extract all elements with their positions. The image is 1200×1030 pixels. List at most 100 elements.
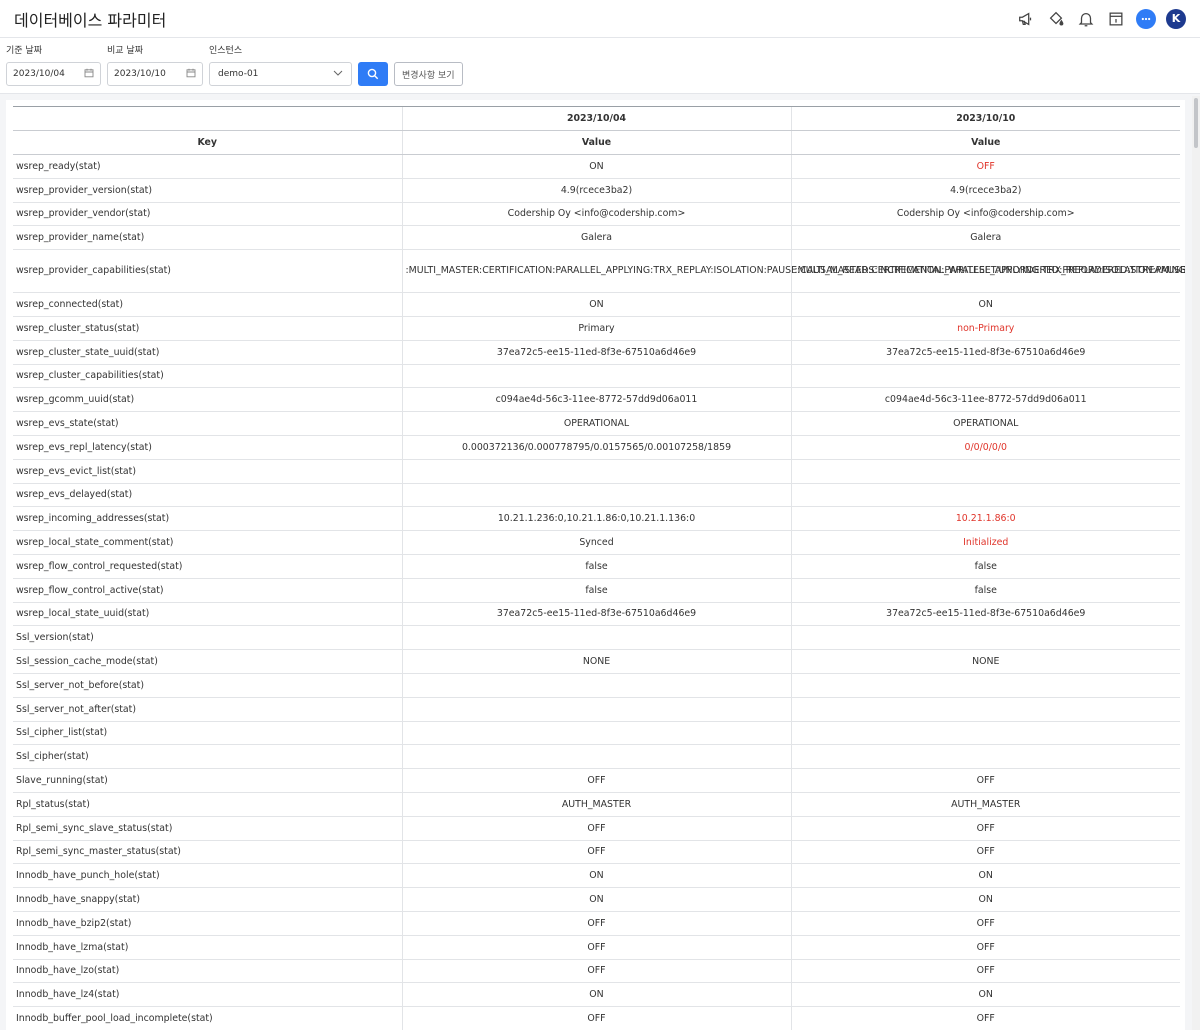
chevron-down-icon xyxy=(333,69,343,79)
table-row: Innodb_have_lz4(stat) ON ON xyxy=(13,982,1180,1008)
param-value-date2-cell: 0/0/0/0/0 xyxy=(790,435,1180,460)
param-key-cell: wsrep_incoming_addresses(stat) xyxy=(13,506,402,532)
table-row: Rpl_semi_sync_slave_status(stat) OFF OFF xyxy=(13,816,1180,841)
table-row: Ssl_session_cache_mode(stat) NONE NONE xyxy=(13,649,1180,674)
table-date-header-row: 2023/10/04 2023/10/10 xyxy=(13,106,1180,131)
param-key-cell: Ssl_server_not_after(stat) xyxy=(13,697,402,722)
param-key-cell: wsrep_evs_evict_list(stat) xyxy=(13,459,402,484)
param-value-date2-cell: ON xyxy=(790,292,1180,317)
vertical-scrollbar[interactable] xyxy=(1192,96,1200,1030)
param-value-date2-cell: OFF xyxy=(790,1006,1180,1030)
table-row: wsrep_flow_control_active(stat) false fals… xyxy=(13,578,1180,603)
param-value-date1-cell: OFF xyxy=(401,1006,791,1030)
paint-bucket-icon[interactable] xyxy=(1046,9,1066,29)
param-value-date1-cell: 4.9(rcece3ba2) xyxy=(401,178,791,203)
table-row: Innodb_have_bzip2(stat) OFF OFF xyxy=(13,911,1180,936)
table-row: wsrep_evs_state(stat) OPERATIONAL OPERATIO… xyxy=(13,411,1180,436)
base-date-label: 기준 날짜 xyxy=(6,46,42,56)
param-key-cell: Innodb_have_punch_hole(stat) xyxy=(13,863,402,889)
param-key-cell: Slave_running(stat) xyxy=(13,768,402,793)
param-value-date2-cell: OFF xyxy=(790,768,1180,793)
param-key-cell: wsrep_cluster_capabilities(stat) xyxy=(13,364,402,389)
param-value-date1-cell xyxy=(401,625,791,651)
search-button[interactable] xyxy=(358,62,388,86)
param-value-date2-cell: 10.21.1.86:0 xyxy=(790,506,1180,532)
instance-select[interactable]: demo-01 xyxy=(209,62,352,86)
table-row: Slave_running(stat) OFF OFF xyxy=(13,768,1180,793)
table-row: Rpl_status(stat) AUTH_MASTER AUTH_MASTER xyxy=(13,792,1180,817)
param-value-date2-cell: OFF xyxy=(790,911,1180,936)
param-value-date1-cell xyxy=(401,744,791,770)
parameter-table: 2023/10/04 2023/10/10 Key Value Value ws… xyxy=(13,106,1185,1030)
table-row: Innodb_have_snappy(stat) ON ON xyxy=(13,887,1180,912)
param-key-cell: Innodb_buffer_pool_load_incomplete(stat) xyxy=(13,1006,402,1030)
param-key-cell: wsrep_provider_vendor(stat) xyxy=(13,202,402,227)
table-row: wsrep_local_state_comment(stat) Synced Ini… xyxy=(13,530,1180,555)
param-value-date2-cell: ON xyxy=(790,863,1180,889)
table-header-empty xyxy=(13,106,402,131)
table-row: wsrep_incoming_addresses(stat) 10.21.1.23… xyxy=(13,506,1180,532)
table-header-key: Key xyxy=(13,130,402,155)
table-row: Ssl_cipher(stat) xyxy=(13,744,1180,770)
param-value-date2-cell xyxy=(790,625,1180,651)
calendar-icon xyxy=(186,68,196,81)
param-value-date2-cell: 37ea72c5-ee15-11ed-8f3e-67510a6d46e9 xyxy=(790,340,1180,365)
param-value-date2-cell xyxy=(790,744,1180,770)
compare-date-value: 2023/10/10 xyxy=(114,69,166,79)
param-value-date1-cell: Codership Oy <info@codership.com> xyxy=(401,202,791,227)
app-header: 데이터베이스 파라미터 K xyxy=(0,0,1200,38)
param-key-cell: Rpl_semi_sync_slave_status(stat) xyxy=(13,816,402,841)
megaphone-icon[interactable] xyxy=(1016,9,1036,29)
param-value-date2-cell: Codership Oy <info@codership.com> xyxy=(790,202,1180,227)
param-value-date2-cell xyxy=(790,697,1180,722)
param-value-date2-cell: false xyxy=(790,578,1180,603)
param-key-cell: wsrep_evs_repl_latency(stat) xyxy=(13,435,402,460)
scrollbar-thumb[interactable] xyxy=(1194,98,1198,148)
table-header-value2: Value xyxy=(790,130,1180,155)
param-key-cell: Rpl_semi_sync_master_status(stat) xyxy=(13,840,402,865)
param-key-cell: wsrep_provider_name(stat) xyxy=(13,225,402,251)
comparison-panel: 2023/10/04 2023/10/10 Key Value Value ws… xyxy=(6,100,1185,1030)
param-value-date1-cell: false xyxy=(401,578,791,603)
param-value-date1-cell: NONE xyxy=(401,649,791,674)
table-row: wsrep_local_state_uuid(stat) 37ea72c5-ee1… xyxy=(13,602,1180,627)
param-value-date1-cell: OFF xyxy=(401,911,791,936)
search-icon xyxy=(367,65,379,84)
base-date-input[interactable]: 2023/10/04 xyxy=(6,62,101,86)
param-value-date2-cell xyxy=(790,673,1180,698)
table-row: Ssl_cipher_list(stat) xyxy=(13,721,1180,746)
param-value-date1-cell: 37ea72c5-ee15-11ed-8f3e-67510a6d46e9 xyxy=(401,602,791,627)
param-key-cell: wsrep_provider_version(stat) xyxy=(13,178,402,203)
instance-label: 인스턴스 xyxy=(209,46,243,56)
param-value-date1-cell xyxy=(401,459,791,484)
param-value-date1-cell: c094ae4d-56c3-11ee-8772-57dd9d06a011 xyxy=(401,387,791,413)
bell-icon[interactable] xyxy=(1076,9,1096,29)
table-row: wsrep_evs_repl_latency(stat) 0.000372136/… xyxy=(13,435,1180,460)
page-title: 데이터베이스 파라미터 xyxy=(14,10,167,30)
param-value-date2-cell: OFF xyxy=(790,154,1180,179)
table-header-date2: 2023/10/10 xyxy=(790,106,1180,131)
param-value-date2-cell xyxy=(790,483,1180,508)
param-value-date2-cell: false xyxy=(790,554,1180,579)
param-value-date1-cell: 0.000372136/0.000778795/0.0157565/0.0010… xyxy=(401,435,791,460)
param-value-date1-cell: ON xyxy=(401,154,791,179)
param-value-date1-cell: OFF xyxy=(401,768,791,793)
param-key-cell: wsrep_provider_capabilities(stat) xyxy=(13,249,402,294)
user-avatar[interactable]: K xyxy=(1166,8,1186,29)
view-changes-button[interactable]: 변경사항 보기 xyxy=(394,62,463,86)
table-row: wsrep_provider_version(stat) 4.9(rcece3ba… xyxy=(13,178,1180,203)
param-key-cell: wsrep_connected(stat) xyxy=(13,292,402,317)
param-key-cell: wsrep_evs_delayed(stat) xyxy=(13,483,402,508)
param-value-date1-cell: :MULTI_MASTER:CERTIFICATION:PARALLEL_APP… xyxy=(401,249,1185,294)
param-value-date1-cell xyxy=(401,721,791,746)
compare-date-input[interactable]: 2023/10/10 xyxy=(107,62,203,86)
param-value-date1-cell: Synced xyxy=(401,530,791,555)
param-value-date1-cell xyxy=(401,364,791,389)
chat-icon[interactable] xyxy=(1136,8,1156,29)
param-value-date2-cell: AUTH_MASTER xyxy=(790,792,1180,817)
calendar-info-icon[interactable] xyxy=(1106,9,1126,29)
table-row: Ssl_server_not_before(stat) xyxy=(13,673,1180,698)
param-value-date2-cell: OFF xyxy=(790,935,1180,960)
table-row: Innodb_buffer_pool_load_incomplete(stat)… xyxy=(13,1006,1180,1030)
param-value-date1-cell: ON xyxy=(401,292,791,317)
